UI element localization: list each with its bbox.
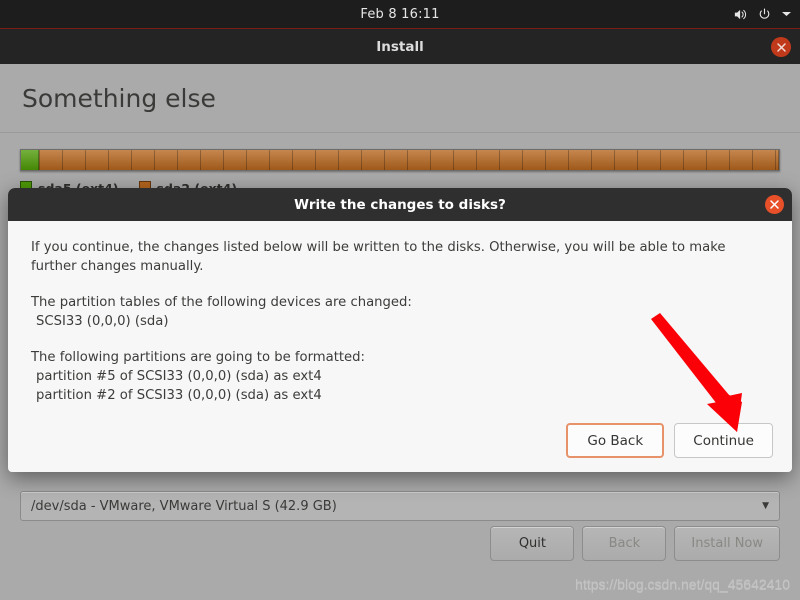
partition-segment-sda5[interactable] — [21, 150, 40, 170]
page-header: Something else — [0, 64, 800, 133]
clock[interactable]: Feb 8 16:11 — [360, 7, 439, 22]
partition-bar[interactable] — [20, 149, 780, 171]
system-top-bar: Feb 8 16:11 — [0, 0, 800, 28]
dialog-titlebar: Write the changes to disks? — [8, 188, 792, 221]
screen: Feb 8 16:11 Install Something else /dev/… — [0, 0, 800, 600]
dialog-format-line-2: partition #2 of SCSI33 (0,0,0) (sda) as … — [36, 388, 322, 403]
dialog-intro-text: If you continue, the changes listed belo… — [31, 240, 726, 274]
status-area — [733, 0, 792, 28]
page-title: Something else — [22, 83, 216, 113]
wizard-footer: Quit Back Install Now — [0, 526, 800, 561]
close-icon[interactable] — [765, 195, 784, 214]
quit-button[interactable]: Quit — [490, 526, 575, 561]
watermark: https://blog.csdn.net/qq_45642410 — [575, 576, 790, 592]
dialog-format-line-1: partition #5 of SCSI33 (0,0,0) (sda) as … — [36, 369, 322, 384]
volume-icon[interactable] — [733, 7, 748, 22]
dialog-body: If you continue, the changes listed belo… — [8, 221, 792, 405]
go-back-button[interactable]: Go Back — [566, 423, 665, 458]
partition-segment-sda2[interactable] — [39, 150, 779, 170]
dialog-device-line: SCSI33 (0,0,0) (sda) — [36, 314, 169, 329]
dialog-tables-heading: The partition tables of the following de… — [31, 295, 412, 310]
window-title: Install — [376, 38, 424, 55]
dialog-actions: Go Back Continue — [566, 423, 773, 458]
dialog-format-heading: The following partitions are going to be… — [31, 350, 365, 365]
chevron-down-icon: ▼ — [762, 501, 769, 511]
back-button: Back — [582, 526, 667, 561]
window-titlebar: Install — [0, 29, 800, 64]
write-changes-dialog: Write the changes to disks? If you conti… — [8, 188, 792, 472]
close-icon[interactable] — [771, 37, 791, 57]
install-now-button: Install Now — [674, 526, 780, 561]
chevron-down-icon[interactable] — [781, 10, 792, 18]
dialog-title: Write the changes to disks? — [294, 196, 506, 213]
device-select[interactable]: /dev/sda - VMware, VMware Virtual S (42.… — [20, 491, 780, 521]
continue-button[interactable]: Continue — [674, 423, 773, 458]
power-icon[interactable] — [757, 7, 772, 22]
device-select-value: /dev/sda - VMware, VMware Virtual S (42.… — [31, 498, 337, 514]
